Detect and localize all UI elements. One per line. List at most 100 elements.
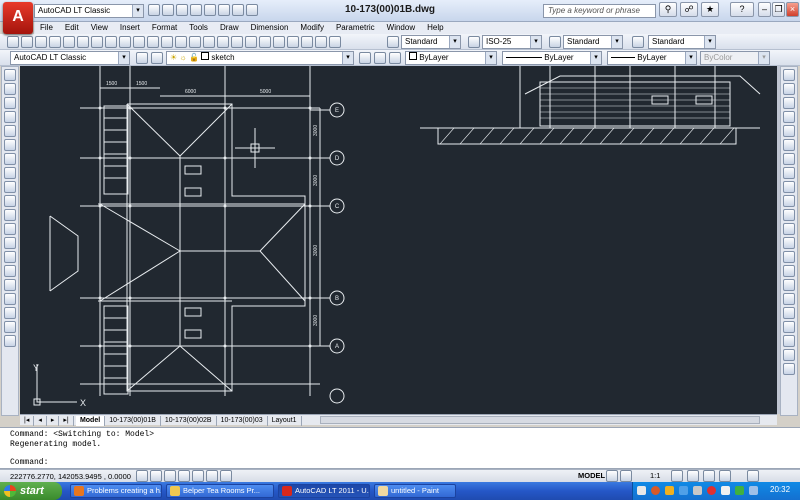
match-properties-icon[interactable] — [133, 36, 145, 48]
mirror-icon[interactable] — [783, 97, 795, 109]
help-icon[interactable] — [329, 36, 341, 48]
hatch-icon[interactable] — [4, 265, 16, 277]
favorites-star-icon[interactable]: ★ — [701, 2, 719, 17]
ellipse-icon[interactable] — [4, 195, 16, 207]
scale-icon[interactable] — [783, 167, 795, 179]
paste-icon[interactable] — [119, 36, 131, 48]
line-icon[interactable] — [4, 69, 16, 81]
text-edit-icon[interactable] — [783, 349, 795, 361]
command-prompt[interactable]: Command: — [10, 458, 800, 468]
erase-icon[interactable] — [783, 69, 795, 81]
properties-icon[interactable] — [245, 36, 257, 48]
undo-icon[interactable] — [161, 36, 173, 48]
trim-icon[interactable] — [783, 195, 795, 207]
array-icon[interactable] — [783, 125, 795, 137]
menu-format[interactable]: Format — [146, 22, 183, 34]
multiline-text-icon[interactable] — [4, 321, 16, 333]
workspace-switcher[interactable]: AutoCAD LT Classic ▾ — [34, 4, 144, 18]
layer-states-icon[interactable] — [389, 52, 401, 64]
speaker-icon[interactable] — [749, 486, 758, 495]
make-current-layer-icon[interactable] — [359, 52, 371, 64]
point-icon[interactable] — [4, 251, 16, 263]
open-file-icon[interactable] — [162, 4, 174, 16]
menu-tools[interactable]: Tools — [183, 22, 214, 34]
taskbar-item-paint[interactable]: untitled - Paint — [374, 484, 456, 498]
circle-icon[interactable] — [4, 153, 16, 165]
tab-nav-first-icon[interactable]: |◂ — [20, 416, 35, 426]
properties-icon[interactable] — [783, 321, 795, 333]
redo-icon[interactable] — [175, 36, 187, 48]
move-icon[interactable] — [783, 139, 795, 151]
tab-nav-last-icon[interactable]: ▸| — [59, 416, 74, 426]
clean-screen-icon[interactable] — [747, 470, 759, 482]
menu-help[interactable]: Help — [421, 22, 449, 34]
taskbar-item-folder[interactable]: Belper Tea Rooms Pr... — [166, 484, 274, 498]
break-icon[interactable] — [783, 237, 795, 249]
tab-model[interactable]: Model — [75, 416, 106, 426]
ortho-icon[interactable] — [164, 470, 176, 482]
help-button[interactable]: ? — [730, 2, 754, 17]
menu-modify[interactable]: Modify — [294, 22, 330, 34]
region-icon[interactable] — [4, 293, 16, 305]
workspace-select[interactable]: AutoCAD LT Classic ▾ — [10, 51, 130, 65]
snap-icon[interactable] — [136, 470, 148, 482]
tab-nav-next-icon[interactable]: ▸ — [47, 416, 60, 426]
tab-layout1[interactable]: Layout1 — [268, 416, 302, 426]
cut-icon[interactable] — [91, 36, 103, 48]
tool-palettes-icon[interactable] — [273, 36, 285, 48]
menu-view[interactable]: View — [85, 22, 114, 34]
lineweight-select[interactable]: ByLayer ▾ — [607, 51, 697, 65]
gradient-icon[interactable] — [4, 279, 16, 291]
model-space-toggle[interactable]: MODEL — [578, 471, 605, 480]
osnap-icon[interactable] — [192, 470, 204, 482]
zoom-window-icon[interactable] — [217, 36, 229, 48]
communication-center-icon[interactable]: ☍ — [680, 2, 698, 17]
menu-draw[interactable]: Draw — [214, 22, 245, 34]
annotation-scale[interactable]: 1:1 — [650, 471, 660, 480]
redo-icon[interactable] — [218, 4, 230, 16]
undo-icon[interactable] — [204, 4, 216, 16]
construction-line-icon[interactable] — [4, 83, 16, 95]
polyline-icon[interactable] — [4, 97, 16, 109]
tab-nav-prev-icon[interactable]: ◂ — [34, 416, 47, 426]
multileader-style-select[interactable]: Standard ▾ — [648, 35, 716, 49]
tray-icon[interactable] — [735, 486, 744, 495]
binoculars-icon[interactable]: ⚲ — [659, 2, 677, 17]
taskbar-item-autocad[interactable]: AutoCAD LT 2011 - U... — [278, 484, 370, 498]
lock-icon[interactable] — [703, 470, 715, 482]
start-button[interactable]: start — [0, 482, 62, 500]
save-as-icon[interactable] — [190, 4, 202, 16]
arc-icon[interactable] — [4, 139, 16, 151]
new-icon[interactable] — [7, 36, 19, 48]
annotation-visibility-icon[interactable] — [671, 470, 683, 482]
polar-icon[interactable] — [178, 470, 190, 482]
publish-icon[interactable] — [77, 36, 89, 48]
layer-properties-icon[interactable] — [151, 52, 163, 64]
tab-layout-02b[interactable]: 10-173(00)02B — [161, 416, 217, 426]
plot-icon[interactable] — [49, 36, 61, 48]
print-icon[interactable] — [232, 4, 244, 16]
tray-icon[interactable] — [721, 486, 730, 495]
restore-icon[interactable]: ❐ — [772, 2, 785, 17]
tab-layout-01b[interactable]: 10-173(00)01B — [105, 416, 161, 426]
workspace-switching-icon[interactable] — [687, 470, 699, 482]
close-icon[interactable]: × — [786, 2, 799, 17]
workspace-settings-icon[interactable] — [136, 52, 148, 64]
quick-view-drawings-icon[interactable] — [620, 470, 632, 482]
layer-previous-icon[interactable] — [374, 52, 386, 64]
copy-icon[interactable] — [105, 36, 117, 48]
spline-icon[interactable] — [4, 181, 16, 193]
tray-icon[interactable] — [707, 486, 716, 495]
rectangle-icon[interactable] — [4, 125, 16, 137]
add-selected-icon[interactable] — [4, 335, 16, 347]
draw-order-icon[interactable] — [783, 335, 795, 347]
chamfer-icon[interactable] — [783, 265, 795, 277]
plot-preview-icon[interactable] — [63, 36, 75, 48]
grid-icon[interactable] — [150, 470, 162, 482]
tray-icon[interactable] — [651, 486, 660, 495]
lengthen-icon[interactable] — [783, 363, 795, 375]
save-icon[interactable] — [176, 4, 188, 16]
tray-icon[interactable] — [679, 486, 688, 495]
blend-curves-icon[interactable] — [783, 293, 795, 305]
calculator-icon[interactable] — [315, 36, 327, 48]
